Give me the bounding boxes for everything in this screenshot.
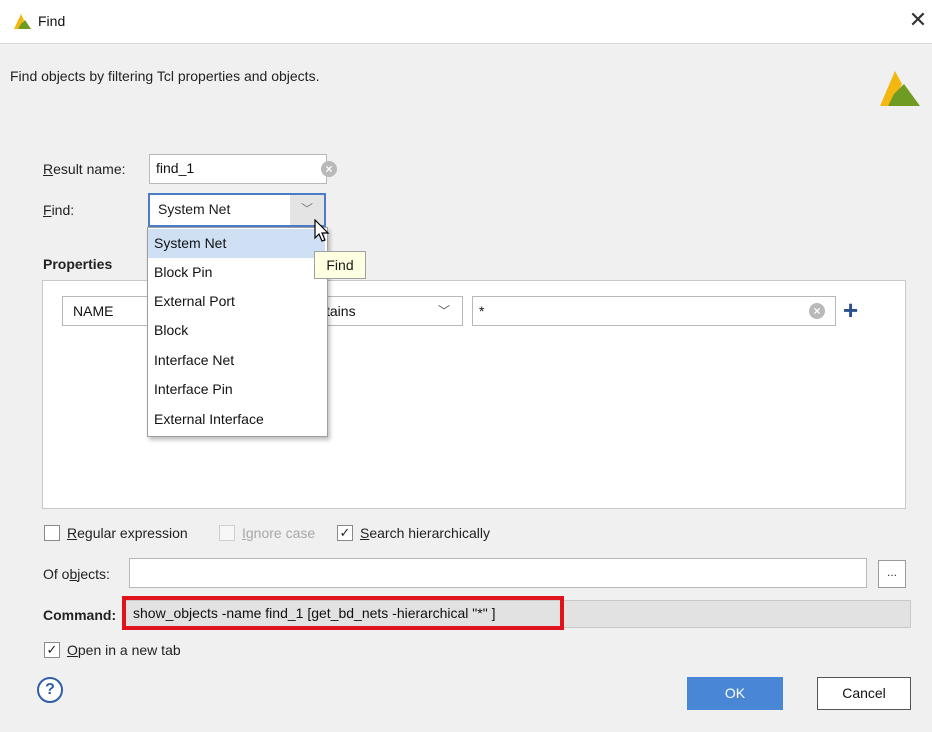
property-value: * bbox=[479, 303, 485, 319]
ok-button[interactable]: OK bbox=[687, 677, 783, 710]
regular-expression-checkbox[interactable] bbox=[44, 525, 60, 541]
ignore-case-label: Ignore case bbox=[242, 525, 316, 541]
plus-icon[interactable]: + bbox=[843, 297, 858, 323]
title-bar: Find ✕ bbox=[0, 0, 932, 44]
find-tooltip: Find bbox=[314, 251, 366, 279]
properties-title: Properties bbox=[43, 256, 113, 272]
open-new-tab-checkbox[interactable]: ✓ bbox=[44, 642, 60, 658]
dropdown-option-interface-net[interactable]: Interface Net bbox=[148, 346, 325, 375]
find-selected-value: System Net bbox=[158, 201, 231, 217]
operator-value: tains bbox=[326, 303, 356, 319]
window-title: Find bbox=[38, 13, 66, 29]
search-hierarchically-label: Search hierarchically bbox=[360, 525, 490, 541]
clear-icon[interactable]: × bbox=[321, 161, 337, 177]
find-select[interactable]: System Net ﹀ bbox=[148, 193, 326, 227]
dropdown-option-interface-pin[interactable]: Interface Pin bbox=[148, 375, 325, 404]
command-highlight-box bbox=[122, 596, 564, 630]
cancel-button[interactable]: Cancel bbox=[817, 677, 911, 710]
result-name-value: find_1 bbox=[156, 160, 195, 176]
property-name-value: NAME bbox=[73, 303, 114, 319]
app-logo-icon bbox=[14, 14, 31, 29]
find-label: Find: bbox=[43, 202, 75, 218]
help-icon[interactable]: ? bbox=[37, 677, 63, 703]
property-value-input[interactable]: * bbox=[472, 296, 836, 326]
dropdown-option-system-net[interactable]: System Net bbox=[148, 229, 325, 258]
of-objects-label: Of objects: bbox=[43, 566, 110, 582]
dropdown-option-external-interface[interactable]: External Interface bbox=[148, 405, 325, 434]
clear-icon[interactable]: × bbox=[809, 303, 825, 319]
result-name-label: Result name: bbox=[43, 161, 126, 177]
ignore-case-checkbox bbox=[219, 525, 235, 541]
result-name-input[interactable]: find_1 bbox=[149, 154, 327, 184]
find-dialog: Find ✕ Find objects by filtering Tcl pro… bbox=[0, 0, 932, 732]
dropdown-option-block-pin[interactable]: Block Pin bbox=[148, 258, 325, 287]
dropdown-option-block[interactable]: Block bbox=[148, 316, 325, 345]
command-label: Command: bbox=[43, 607, 117, 623]
dialog-description: Find objects by filtering Tcl properties… bbox=[10, 68, 320, 84]
vivado-logo-icon bbox=[880, 71, 920, 106]
find-dropdown-list: System Net Block Pin External Port Block… bbox=[147, 227, 328, 437]
close-icon[interactable]: ✕ bbox=[906, 8, 930, 32]
open-new-tab-label: Open in a new tab bbox=[67, 642, 181, 658]
browse-objects-button[interactable]: ... bbox=[878, 560, 906, 588]
of-objects-input[interactable] bbox=[129, 558, 867, 588]
search-hierarchically-checkbox[interactable]: ✓ bbox=[337, 525, 353, 541]
regular-expression-label: Regular expression bbox=[67, 525, 188, 541]
dropdown-option-external-port[interactable]: External Port bbox=[148, 287, 325, 316]
chevron-down-icon[interactable]: ﹀ bbox=[438, 297, 450, 325]
mouse-cursor-icon bbox=[314, 219, 330, 242]
